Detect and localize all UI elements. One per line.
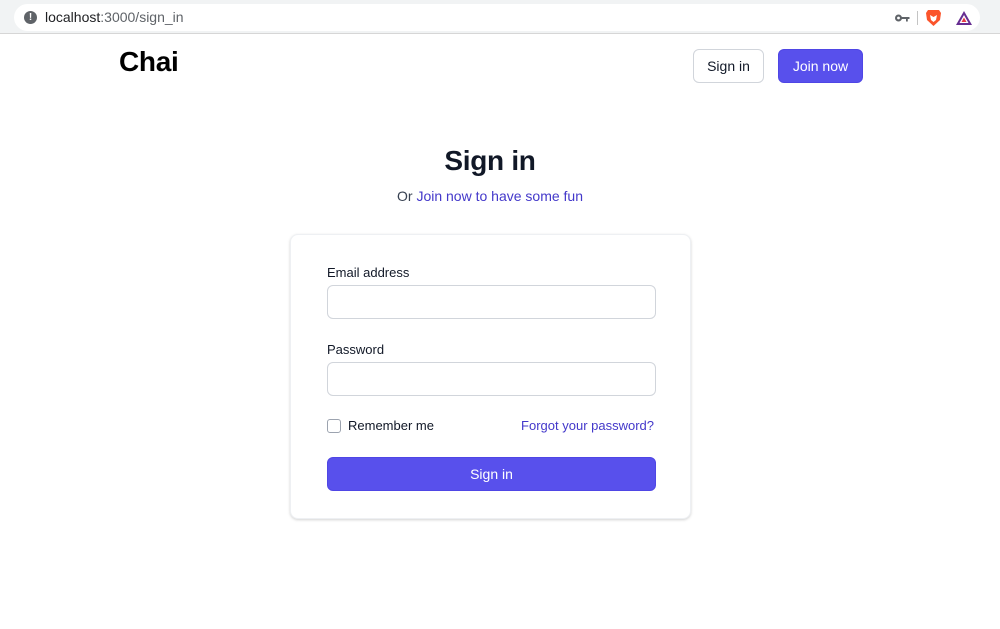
remember-me-label[interactable]: Remember me xyxy=(348,418,434,433)
password-label: Password xyxy=(327,342,385,357)
signin-card: Email address Password Remember me Forgo… xyxy=(290,234,691,519)
subtitle-prefix: Or xyxy=(397,188,417,204)
url-path: :3000/sign_in xyxy=(100,9,184,25)
browser-toolbar: ! localhost:3000/sign_in xyxy=(0,0,1000,34)
email-label: Email address xyxy=(327,265,410,280)
page-title: Sign in xyxy=(444,145,536,176)
url-text[interactable]: localhost:3000/sign_in xyxy=(45,9,184,25)
header-signin-button[interactable]: Sign in xyxy=(693,49,764,83)
remember-me-checkbox[interactable] xyxy=(327,419,341,433)
address-bar[interactable]: ! localhost:3000/sign_in xyxy=(14,4,980,31)
password-field[interactable] xyxy=(327,362,656,396)
forgot-password-link[interactable]: Forgot your password? xyxy=(521,418,654,433)
info-icon[interactable]: ! xyxy=(24,11,37,24)
email-field[interactable] xyxy=(327,285,656,319)
header-join-button[interactable]: Join now xyxy=(778,49,863,83)
toolbar-divider xyxy=(917,11,918,25)
url-host: localhost xyxy=(45,9,101,25)
join-link[interactable]: Join now to have some fun xyxy=(416,188,583,204)
key-icon[interactable] xyxy=(894,11,910,25)
site-logo[interactable]: Chai xyxy=(119,46,179,78)
brave-lion-icon[interactable] xyxy=(925,9,942,27)
page-subtitle: Or Join now to have some fun xyxy=(0,188,980,204)
extension-triangle-icon[interactable] xyxy=(955,10,973,26)
signin-submit-button[interactable]: Sign in xyxy=(327,457,656,491)
